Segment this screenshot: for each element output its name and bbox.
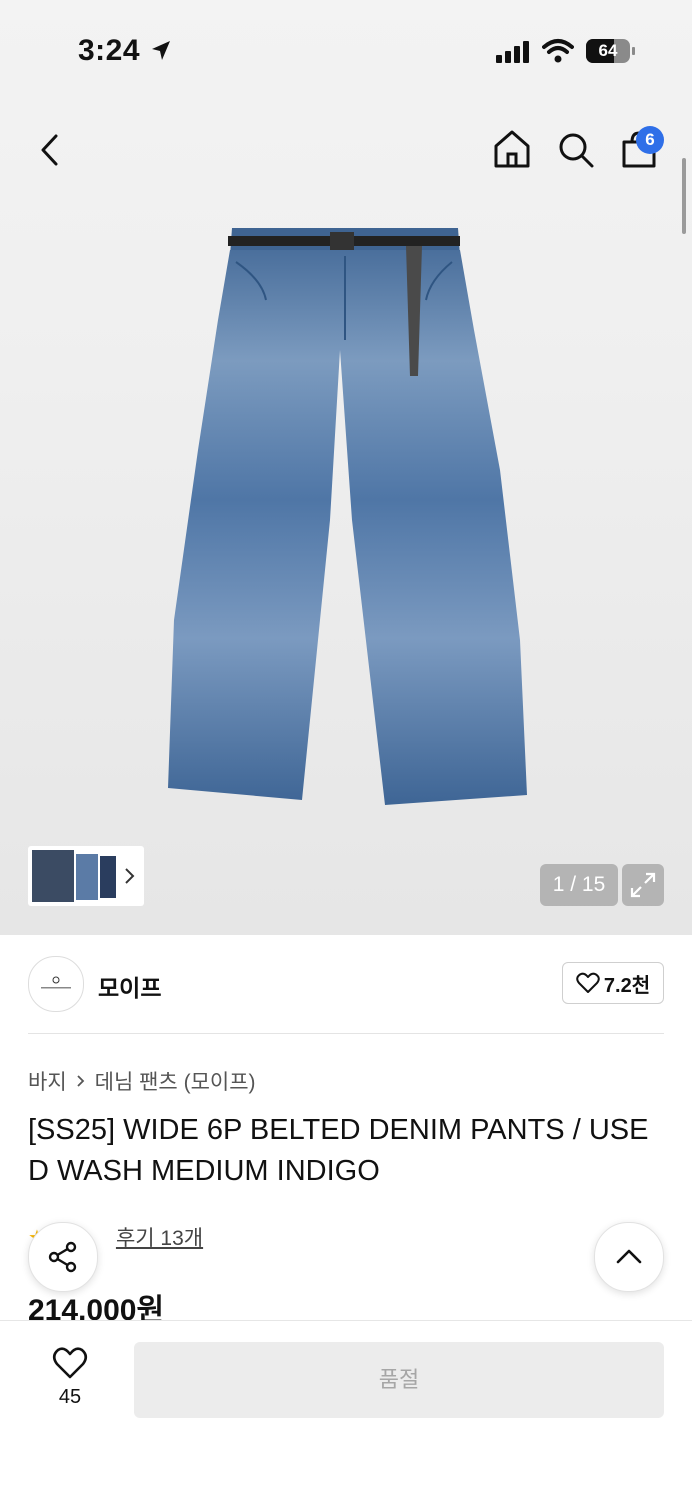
divider xyxy=(28,1033,664,1034)
expand-button[interactable] xyxy=(622,864,664,906)
battery-icon: 64 xyxy=(586,39,630,63)
product-title: [SS25] WIDE 6P BELTED DENIM PANTS / USED… xyxy=(28,1114,649,1187)
heart-icon xyxy=(576,972,600,993)
image-counter: 1 / 15 xyxy=(540,864,618,906)
expand-icon xyxy=(630,872,656,898)
brand-name[interactable]: 모이프 xyxy=(98,969,161,1003)
wishlist-count: 45 xyxy=(58,1386,82,1408)
battery-level: 64 xyxy=(598,41,618,60)
brand-logo-mark xyxy=(41,976,71,989)
share-icon xyxy=(48,1241,77,1273)
share-button[interactable] xyxy=(28,1222,98,1292)
thumbnail-3[interactable] xyxy=(100,856,116,898)
brand-like-button[interactable]: 7.2천 xyxy=(562,962,664,1004)
review-link[interactable]: 후기 13개 xyxy=(116,1222,203,1252)
wifi-icon xyxy=(542,39,574,63)
thumbnail-1[interactable] xyxy=(32,850,74,902)
brand-like-count: 7.2천 xyxy=(603,974,651,997)
back-icon[interactable] xyxy=(36,132,64,168)
breadcrumb-subcategory[interactable]: 데님 팬츠 (모이프) xyxy=(95,1066,256,1096)
thumbnail-strip[interactable] xyxy=(28,846,144,906)
location-arrow-icon xyxy=(152,41,170,60)
brand-logo[interactable] xyxy=(28,956,84,1012)
status-time: 3:24 xyxy=(78,34,141,67)
signal-icon xyxy=(496,41,529,63)
thumbnail-2[interactable] xyxy=(76,854,98,900)
battery-tip xyxy=(632,47,635,55)
cart-badge: 6 xyxy=(636,126,664,154)
sold-out-button[interactable]: 품절 xyxy=(134,1342,664,1418)
breadcrumb-category[interactable]: 바지 xyxy=(28,1066,67,1096)
chevron-right-icon xyxy=(77,1075,84,1087)
scrollbar[interactable] xyxy=(682,158,686,234)
wishlist-heart-icon[interactable] xyxy=(52,1346,88,1380)
home-icon[interactable] xyxy=(492,128,532,170)
chevron-right-icon[interactable] xyxy=(122,866,136,886)
search-icon[interactable] xyxy=(556,130,596,170)
breadcrumb: 바지 데님 팬츠 (모이프) xyxy=(28,1066,256,1096)
scroll-top-button[interactable] xyxy=(594,1222,664,1292)
chevron-up-icon xyxy=(616,1249,642,1264)
